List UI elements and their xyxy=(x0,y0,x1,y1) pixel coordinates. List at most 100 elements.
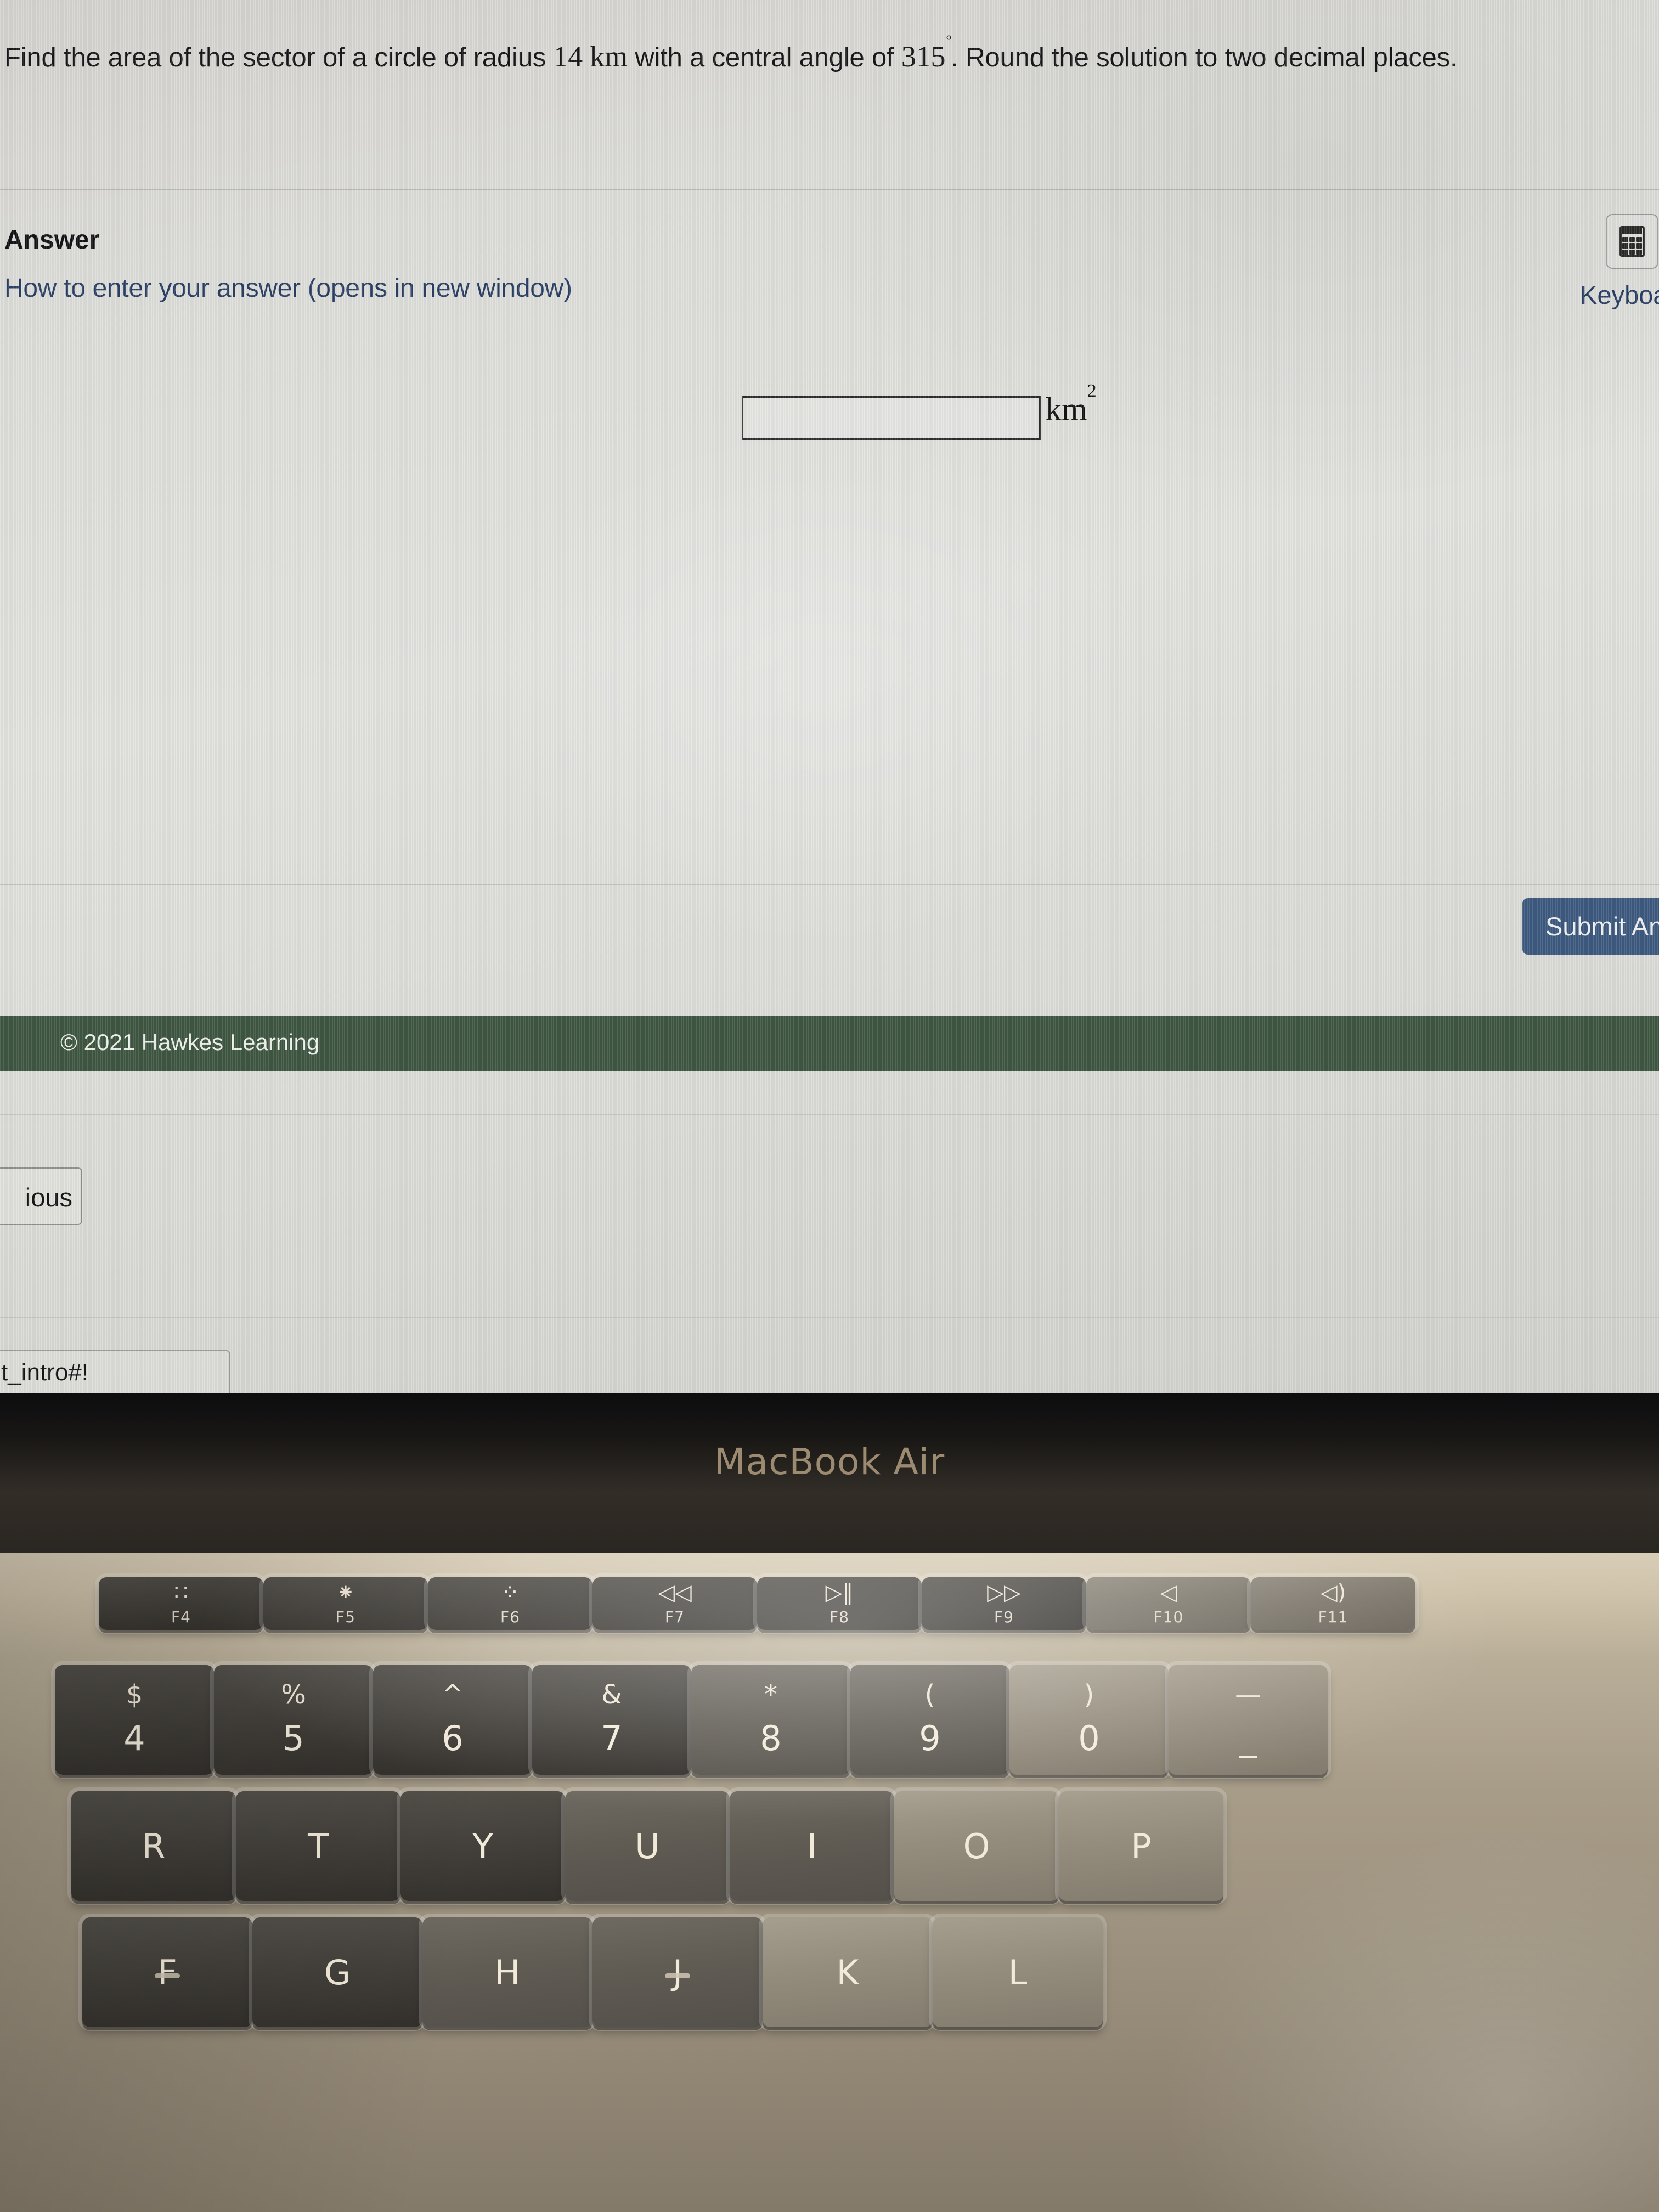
key-label-f4: F4 xyxy=(171,1607,191,1626)
key-char-5: 5 xyxy=(283,1718,304,1758)
key-char-t: T xyxy=(308,1826,329,1866)
key-char-u: U xyxy=(635,1826,660,1866)
key-char-y: Y xyxy=(472,1826,493,1866)
key-char-4: 4 xyxy=(123,1718,145,1758)
key-l[interactable]: L xyxy=(933,1917,1103,2027)
key-i[interactable]: I xyxy=(730,1791,894,1901)
key-h[interactable]: H xyxy=(422,1917,592,2027)
key-k[interactable]: K xyxy=(763,1917,933,2027)
problem-text-part-1: Find the area of the sector of a circle … xyxy=(4,43,554,72)
unit-exponent: 2 xyxy=(1087,381,1097,401)
key-4[interactable]: $4 xyxy=(55,1665,214,1775)
key-j[interactable]: J xyxy=(592,1917,763,2027)
divider-top xyxy=(0,189,1659,190)
key-label-f5: F5 xyxy=(336,1607,356,1626)
volume-down-icon: ◁) xyxy=(1320,1579,1346,1605)
key-6[interactable]: ^ 6 xyxy=(373,1665,532,1775)
key-0[interactable]: ) 0 xyxy=(1009,1665,1169,1775)
rewind-icon: ◁◁ xyxy=(658,1579,692,1605)
problem-statement: Find the area of the sector of a circle … xyxy=(4,32,1650,74)
unit-base: km xyxy=(1045,391,1087,427)
previous-button[interactable]: ious xyxy=(0,1167,82,1225)
key-f9[interactable]: ▷▷ F9 xyxy=(922,1577,1086,1630)
key-label-f10: F10 xyxy=(1153,1607,1184,1626)
key-5[interactable]: % 5 xyxy=(214,1665,373,1775)
key-char-_: _ xyxy=(1239,1718,1257,1758)
angle-number: 315 xyxy=(901,40,946,73)
divider-middle xyxy=(0,884,1659,885)
key-char-j: J xyxy=(672,1952,683,1993)
key-char-9: 9 xyxy=(919,1718,941,1758)
site-footer-bar: © 2021 Hawkes Learning xyxy=(0,1016,1659,1071)
divider-lower xyxy=(0,1114,1659,1115)
key-f[interactable]: F xyxy=(82,1917,252,2027)
key-p[interactable]: P xyxy=(1059,1791,1223,1901)
key-char-l: L xyxy=(1008,1952,1028,1993)
key-char-i: I xyxy=(806,1826,817,1866)
answer-input[interactable] xyxy=(742,396,1041,440)
key-f8[interactable]: ▷‖ F8 xyxy=(757,1577,922,1630)
key-label-f11: F11 xyxy=(1318,1607,1348,1626)
laptop-screen: Find the area of the sector of a circle … xyxy=(0,0,1659,1393)
problem-radius-value: 14 km xyxy=(553,40,628,73)
key-label-f6: F6 xyxy=(500,1607,520,1626)
key-9[interactable]: (9 xyxy=(850,1665,1009,1775)
key-f11[interactable]: ◁) F11 xyxy=(1251,1577,1415,1630)
key-char-p: P xyxy=(1131,1826,1152,1866)
keyboard-backlight-up-icon: ⁘ xyxy=(501,1579,520,1605)
key-shift-char-9: ( xyxy=(924,1679,935,1710)
problem-text-part-2: with a central angle of xyxy=(627,43,901,72)
answer-heading: Answer xyxy=(4,225,100,255)
key-7[interactable]: & 7 xyxy=(532,1665,691,1775)
key-t[interactable]: T xyxy=(236,1791,400,1901)
key-shift-char-4: $ xyxy=(126,1679,143,1710)
key-_[interactable]: — _ xyxy=(1169,1665,1328,1775)
display-bezel: MacBook Air xyxy=(0,1393,1659,1553)
key-y[interactable]: Y xyxy=(400,1791,565,1901)
key-f6[interactable]: ⁘ F6 xyxy=(428,1577,592,1630)
key-r[interactable]: R xyxy=(71,1791,236,1901)
key-char-6: 6 xyxy=(442,1718,464,1758)
key-g[interactable]: G xyxy=(252,1917,422,2027)
divider-lower-2 xyxy=(0,1317,1659,1318)
key-char-r: R xyxy=(142,1826,166,1866)
key-f10[interactable]: ◁ F10 xyxy=(1086,1577,1251,1630)
key-char-h: H xyxy=(494,1952,521,1993)
key-char-7: 7 xyxy=(601,1718,623,1758)
key-shift-char-6: ^ xyxy=(441,1679,464,1710)
key-f4[interactable]: ∷ F4 xyxy=(99,1577,263,1630)
key-char-8: 8 xyxy=(760,1718,782,1758)
key-shift-char-5: % xyxy=(281,1679,306,1710)
keyboard-label: Keyboard xyxy=(1580,280,1659,309)
browser-status-bar: t_intro#! xyxy=(0,1350,230,1393)
submit-answer-button[interactable]: Submit An xyxy=(1522,898,1659,955)
key-char-0: 0 xyxy=(1078,1718,1100,1758)
launchpad-grid-icon: ∷ xyxy=(174,1579,188,1605)
key-char-o: O xyxy=(963,1826,990,1866)
answer-unit-label: km2 xyxy=(1045,381,1097,428)
key-char-g: G xyxy=(324,1952,351,1993)
degree-symbol: ° xyxy=(946,32,952,48)
key-o[interactable]: O xyxy=(894,1791,1059,1901)
key-8[interactable]: * 8 xyxy=(691,1665,850,1775)
macbook-air-brand-label: MacBook Air xyxy=(714,1441,945,1483)
play-pause-icon: ▷‖ xyxy=(825,1579,854,1605)
how-to-enter-answer-link[interactable]: How to enter your answer (opens in new w… xyxy=(4,273,572,303)
mute-icon: ◁ xyxy=(1160,1579,1177,1605)
key-shift-char-7: & xyxy=(601,1679,622,1710)
key-f7[interactable]: ◁◁ F7 xyxy=(592,1577,757,1630)
key-u[interactable]: U xyxy=(565,1791,730,1901)
copyright-text: © 2021 Hawkes Learning xyxy=(60,1029,320,1055)
key-label-f8: F8 xyxy=(830,1607,849,1626)
key-char-f: F xyxy=(157,1952,177,1993)
key-label-f7: F7 xyxy=(665,1607,685,1626)
key-f5[interactable]: ⁕ F5 xyxy=(263,1577,428,1630)
key-shift-char-_: — xyxy=(1235,1679,1261,1710)
fast-forward-icon: ▷▷ xyxy=(987,1579,1021,1605)
key-label-f9: F9 xyxy=(994,1607,1014,1626)
keyboard-toggle-button[interactable] xyxy=(1606,214,1658,269)
calculator-keypad-icon xyxy=(1620,226,1645,257)
problem-text-part-3: . Round the solution to two decimal plac… xyxy=(951,43,1458,72)
key-shift-char-8: * xyxy=(764,1679,777,1710)
key-shift-char-0: ) xyxy=(1084,1679,1094,1710)
